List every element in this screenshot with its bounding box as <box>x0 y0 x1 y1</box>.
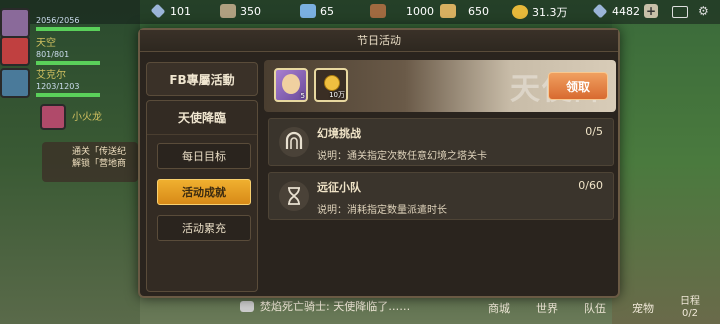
resource-6-value: 31.3万 <box>532 6 568 19</box>
resource-3-value: 65 <box>320 4 334 18</box>
nav-shop[interactable]: 商城 <box>488 300 510 316</box>
hp-bar <box>36 27 100 31</box>
subtab-event-recharge[interactable]: 活动累充 <box>157 215 251 241</box>
resource-4: 1000 <box>370 4 434 18</box>
reward-count: 5 <box>300 92 305 100</box>
chat-bubble-icon <box>240 300 254 312</box>
event-content: 天使降 5 10万 领取 幻境挑战 0/5 说明：通关指定次数任意幻境之塔关卡 <box>264 58 616 294</box>
resource-3: 65 <box>300 4 334 18</box>
avatar <box>0 8 30 38</box>
ore-icon <box>220 4 236 18</box>
subtab-event-achievements[interactable]: 活动成就 <box>157 179 251 205</box>
player-hp-text: 2056/2056 <box>36 16 80 25</box>
resource-5-value: 650 <box>468 4 489 18</box>
coin-icon <box>324 75 340 91</box>
reward-count: 10万 <box>329 91 345 99</box>
schedule-count: 0/2 <box>681 308 699 319</box>
tab-angel-descent-header[interactable]: 天使降臨 <box>147 101 257 135</box>
player-entry-3[interactable]: 艾克尔 1203/1203 <box>0 68 100 98</box>
chat-bar[interactable]: 焚焰死亡骑士: 天使降临了…… <box>240 298 410 314</box>
resource-bar: 101 350 65 1000 650 31.3万 4482 + ⚙ <box>0 0 720 24</box>
character-icon <box>282 74 300 94</box>
quest-line-1: 通关「传送纪 <box>72 147 127 157</box>
portal-icon <box>279 127 309 157</box>
gem-counter: 4482 + <box>592 3 658 19</box>
schedule-label: 日程 <box>680 296 700 307</box>
reward-item-1[interactable]: 5 <box>274 68 308 102</box>
task-progress: 0/60 <box>578 179 603 192</box>
nav-world[interactable]: 世界 <box>536 300 558 316</box>
task-row: 远征小队 0/60 说明：消耗指定数量派遣时长 <box>268 172 614 220</box>
tab-fb-exclusive[interactable]: FB專屬活動 <box>146 62 258 96</box>
hp-bar <box>36 60 100 65</box>
avatar <box>0 68 30 98</box>
event-tabs: FB專屬活動 天使降臨 每日目标 活动成就 活动累充 <box>146 58 258 296</box>
gem-icon <box>150 3 166 19</box>
gem-count: 4482 <box>612 4 640 18</box>
settings-icon[interactable]: ⚙ <box>698 4 709 18</box>
player-entry-4[interactable]: 小火龙 <box>40 104 102 130</box>
festival-event-dialog: 节日活动 FB專屬活動 天使降臨 每日目标 活动成就 活动累充 天使降 5 10… <box>138 28 620 298</box>
player-hp-text: 1203/1203 <box>36 81 80 91</box>
subtab-daily-goals[interactable]: 每日目标 <box>157 143 251 169</box>
player-hp-text: 801/801 <box>36 49 70 59</box>
avatar <box>40 104 66 130</box>
chat-message: 焚焰死亡骑士: 天使降临了…… <box>260 300 411 313</box>
task-name: 远征小队 <box>317 181 361 194</box>
resource-2-value: 350 <box>240 4 261 18</box>
game-background-right <box>612 0 720 324</box>
hourglass-icon <box>279 181 309 211</box>
avatar <box>0 36 30 66</box>
task-description: 说明：消耗指定数量派遣时长 <box>317 205 447 216</box>
nav-team[interactable]: 队伍 <box>584 300 606 316</box>
task-description: 说明：通关指定次数任意幻境之塔关卡 <box>317 151 487 162</box>
reward-item-2[interactable]: 10万 <box>314 68 348 102</box>
player-name: 艾克尔 <box>36 69 66 81</box>
coin-icon <box>512 5 528 19</box>
claim-button[interactable]: 领取 <box>548 72 608 100</box>
task-row: 幻境挑战 0/5 说明：通关指定次数任意幻境之塔关卡 <box>268 118 614 166</box>
resource-2: 350 <box>220 4 261 18</box>
player-name: 天空 <box>36 37 56 49</box>
quest-tracker[interactable]: 通关「传送纪 解锁「营地商 <box>42 142 138 182</box>
resource-1: 101 <box>150 3 191 19</box>
resource-5: 650 <box>440 4 489 18</box>
player-entry-2[interactable]: 天空 801/801 <box>0 36 100 66</box>
player-name: 小火龙 <box>72 111 102 123</box>
task-name: 幻境挑战 <box>317 127 361 140</box>
mail-icon[interactable] <box>672 6 688 18</box>
crystal-icon <box>300 4 316 18</box>
schedule-button[interactable]: 日程 0/2 <box>680 296 700 320</box>
tab-angel-descent: 天使降臨 每日目标 活动成就 活动累充 <box>146 100 258 292</box>
resource-6: 31.3万 <box>512 4 568 20</box>
resource-4-value: 1000 <box>406 4 434 18</box>
event-banner: 天使降 5 10万 领取 <box>264 60 616 112</box>
wood-icon <box>370 4 386 18</box>
task-progress: 0/5 <box>585 125 603 138</box>
nav-pet[interactable]: 宠物 <box>632 300 654 316</box>
quest-line-2: 解锁「营地商 <box>72 159 127 169</box>
resource-1-value: 101 <box>170 4 191 18</box>
player-entry-1[interactable]: 2056/2056 <box>0 8 100 38</box>
hp-bar <box>36 92 100 97</box>
dialog-title: 节日活动 <box>140 30 618 52</box>
diamond-icon <box>592 3 608 19</box>
wheat-icon <box>440 4 456 18</box>
add-gems-button[interactable]: + <box>644 4 658 18</box>
